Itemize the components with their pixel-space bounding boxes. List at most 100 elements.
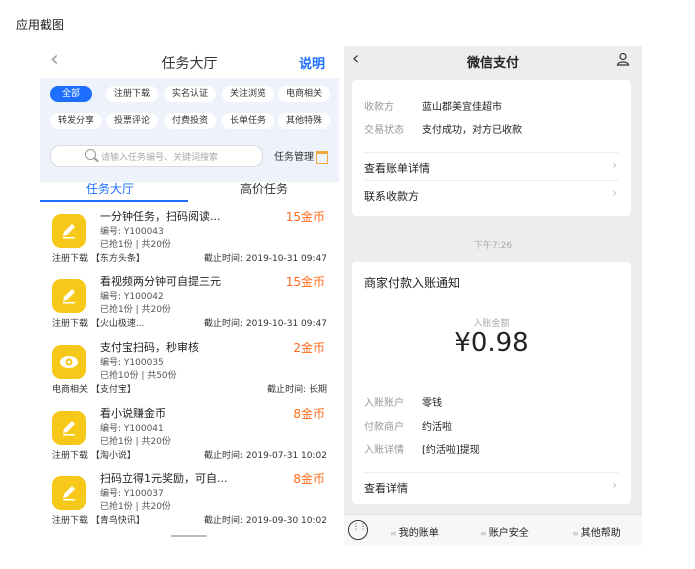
task-item[interactable]: 一分钟任务，扫码阅读... 15金币 编号: Y100043 已抢1份 | 共2… [40,206,339,272]
task-deadline: 截止时间: 2019-10-31 09:47 [204,254,327,264]
payee-value: 蓝山郡美宜佳超市 [422,102,502,113]
message-time: 下午7:26 [473,241,513,251]
search-placeholder: 请输入任务编号、关键词搜索 [101,153,219,163]
task-category: 注册下载 【青鸟快讯】 [52,516,145,526]
task-hall-header: ‹ 任务大厅 说明 [40,46,339,76]
tag-follow-browse[interactable]: 关注浏览 [222,86,274,102]
chevron-right-icon: › [612,158,617,172]
tag-ecommerce[interactable]: 电商相关 [278,86,330,102]
menu-dot-icon: ≡ [480,529,487,538]
task-manage-button[interactable]: 任务管理 [274,148,328,164]
pencil-icon [52,411,86,445]
tag-paid-invest[interactable]: 付费投资 [164,113,216,129]
screenshot-caption: 应用截图 [16,18,65,32]
tag-long-task[interactable]: 长单任务 [222,113,274,129]
active-tab-indicator [40,200,188,202]
menu-label: 我的账单 [398,528,439,539]
keyboard-icon[interactable] [348,520,368,540]
amount-value: ¥0.98 [454,328,529,358]
menu-other-help[interactable]: ≡ 其他帮助 [572,524,621,539]
task-category: 电商相关 【支付宝】 [52,385,136,395]
payment-notice-card: 商家付款入账通知 入账金额 ¥0.98 入账账户 零钱 付款商户 约活啦 入账详… [352,262,631,504]
contact-payee-row[interactable]: 联系收款方 › [364,180,619,207]
tag-real-name[interactable]: 实名认证 [164,86,216,102]
task-code: 编号: Y100037 [100,489,164,499]
task-item[interactable]: 看小说赚金币 8金币 编号: Y100041 已抢1份 | 共20份 注册下载 … [40,403,339,469]
tab-task-hall[interactable]: 任务大厅 [86,180,134,197]
task-item[interactable]: 看视频两分钟可自提三元 15金币 编号: Y100042 已抢1份 | 共20份… [40,271,339,337]
task-name: 看视频两分钟可自提三元 [100,275,221,288]
menu-dot-icon: ≡ [390,529,397,538]
task-reward: 15金币 [285,275,325,289]
task-item[interactable]: 支付宝扫码，秒审核 2金币 编号: Y100035 已抢10份 | 共50份 电… [40,337,339,403]
task-name: 扫码立得1元奖励，可自... [100,472,228,485]
chevron-right-icon: › [612,186,617,200]
task-progress: 已抢1份 | 共20份 [100,437,171,447]
eye-icon [52,345,86,379]
tab-high-price[interactable]: 高价任务 [240,180,288,197]
tab-bar: 任务大厅 高价任务 [40,172,339,202]
task-deadline: 截止时间: 2019-10-31 09:47 [204,319,327,329]
task-progress: 已抢1份 | 共20份 [100,502,171,512]
pencil-icon [52,279,86,313]
pencil-icon [52,476,86,510]
view-detail-row[interactable]: 查看详情 › [364,472,619,499]
status-label: 交易状态 [364,125,404,136]
task-name: 看小说赚金币 [100,407,166,420]
task-progress: 已抢1份 | 共20份 [100,240,171,250]
pencil-icon [52,214,86,248]
user-icon[interactable] [616,52,630,69]
task-reward: 2金币 [293,341,325,355]
bill-detail-row[interactable]: 查看账单详情 › [364,152,619,179]
menu-label: 其他帮助 [580,528,621,539]
task-code: 编号: Y100041 [100,424,164,434]
menu-my-bills[interactable]: ≡ 我的账单 [390,524,439,539]
tag-register-download[interactable]: 注册下载 [106,86,158,102]
task-category: 注册下载 【火山极速... [52,319,145,329]
status-value: 支付成功，对方已收款 [422,125,522,136]
tag-all[interactable]: 全部 [50,86,92,102]
view-detail-label: 查看详情 [364,482,408,495]
task-deadline: 截止时间: 2019-09-30 10:02 [204,516,327,526]
credit-detail-value: [约活啦]提现 [422,445,480,456]
task-code: 编号: Y100035 [100,358,164,368]
help-link[interactable]: 说明 [299,53,325,72]
task-name: 支付宝扫码，秒审核 [100,341,199,354]
task-code: 编号: Y100042 [100,292,164,302]
calendar-icon [316,150,328,164]
home-indicator[interactable] [171,535,207,537]
menu-dot-icon: ≡ [572,529,579,538]
page-title: 任务大厅 [161,56,218,72]
task-deadline: 截止时间: 长期 [267,385,327,395]
tag-vote-comment[interactable]: 投票评论 [106,113,158,129]
transaction-card: 收款方 蓝山郡美宜佳超市 交易状态 支付成功，对方已收款 查看账单详情 › 联系… [352,80,631,216]
task-reward: 8金币 [293,472,325,486]
search-icon [85,149,96,160]
search-input[interactable]: 请输入任务编号、关键词搜索 [50,145,263,167]
task-category: 注册下载 【东方头条】 [52,254,145,264]
task-item[interactable]: 扫码立得1元奖励，可自... 8金币 编号: Y100037 已抢1份 | 共2… [40,468,339,534]
task-hall-screen: ‹ 任务大厅 说明 全部 注册下载 实名认证 关注浏览 电商相关 转发分享 投票… [40,46,339,546]
tag-share[interactable]: 转发分享 [50,113,102,129]
credit-detail-label: 入账详情 [364,445,404,456]
task-category: 注册下载 【淘小说】 [52,451,136,461]
page-title: 微信支付 [466,56,519,71]
task-reward: 15金币 [285,210,325,224]
merchant-label: 付款商户 [364,422,404,433]
task-progress: 已抢1份 | 共20份 [100,305,171,315]
task-manage-label: 任务管理 [274,152,314,163]
bottom-menu-bar: ≡我的账单 ≡账户安全 ≡其他帮助 [344,514,642,546]
tag-other-special[interactable]: 其他特殊 [278,113,330,129]
task-progress: 已抢10份 | 共50份 [100,371,177,381]
account-label: 入账账户 [364,398,404,409]
wechat-pay-screen: ‹ 微信支付 收款方 蓝山郡美宜佳超市 交易状态 支付成功，对方已收款 查看账单… [344,46,642,546]
contact-payee-label: 联系收款方 [364,190,419,203]
menu-account-security[interactable]: ≡ 账户安全 [480,524,529,539]
task-deadline: 截止时间: 2019-07-31 10:02 [204,451,327,461]
task-reward: 8金币 [293,407,325,421]
merchant-value: 约活啦 [422,422,452,433]
account-value: 零钱 [422,398,442,409]
task-name: 一分钟任务，扫码阅读... [100,210,221,223]
menu-label: 账户安全 [488,528,529,539]
bill-detail-label: 查看账单详情 [364,162,430,175]
